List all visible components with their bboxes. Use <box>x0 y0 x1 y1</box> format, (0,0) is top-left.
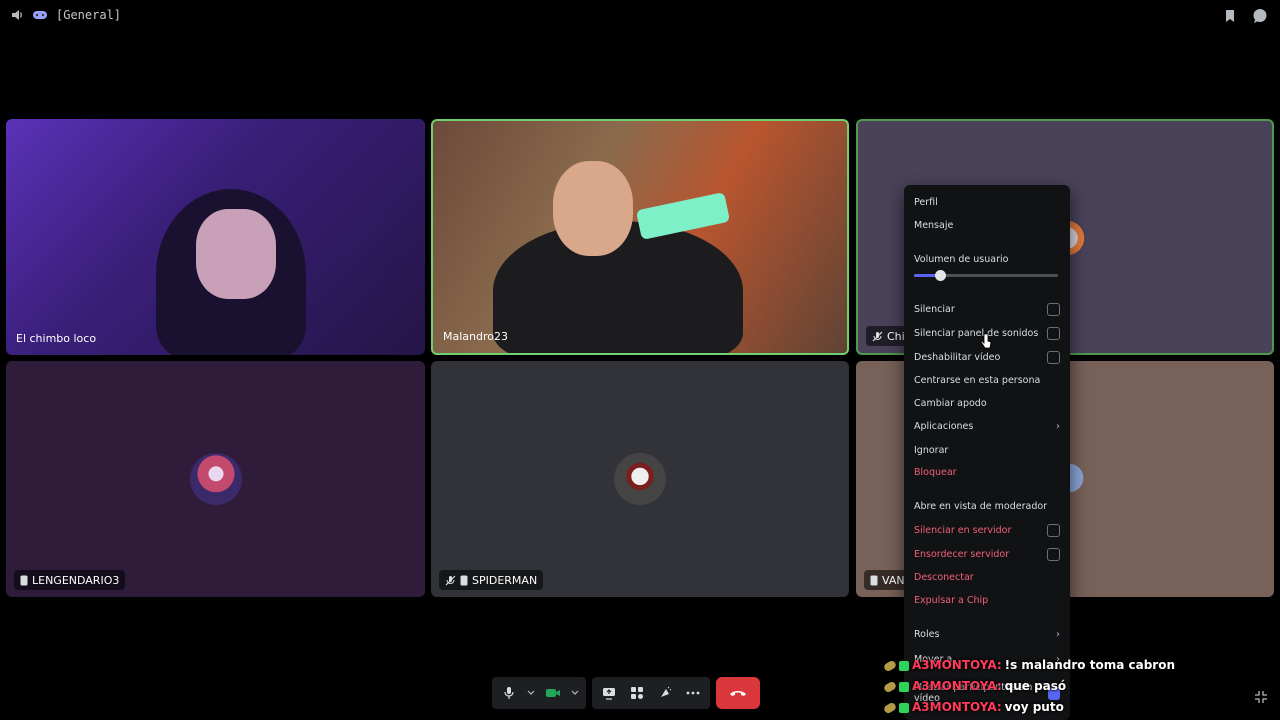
mobile-icon <box>460 575 468 586</box>
chat-username: A3MONTOYA: <box>912 679 1002 693</box>
menu-item-change-nickname[interactable]: Cambiar apodo <box>914 393 1060 413</box>
audio-video-controls <box>492 677 586 709</box>
activities-button[interactable] <box>624 680 650 706</box>
menu-item-disconnect[interactable]: Desconectar <box>914 567 1060 587</box>
menu-item-apps[interactable]: Aplicaciones › <box>914 416 1060 436</box>
participant-name: LENGENDARIO3 <box>14 570 126 590</box>
mute-checkbox[interactable] <box>1047 302 1060 316</box>
call-controls <box>492 677 760 709</box>
chat-bubble-icon[interactable] <box>1252 8 1268 24</box>
participant-tile-speaking[interactable]: Malandro23 <box>431 119 849 355</box>
menu-item-server-deafen[interactable]: Ensordecer servidor <box>914 544 1060 564</box>
camera-options-chevron-icon[interactable] <box>568 680 582 706</box>
menu-item-message[interactable]: Mensaje <box>914 215 1060 235</box>
video-grid: El chimbo loco Malandro23 Chip LENGENDAR… <box>6 119 1274 597</box>
participant-tile[interactable]: LENGENDARIO3 <box>6 361 425 597</box>
badge-icon <box>882 659 898 672</box>
video-feed-face <box>196 209 276 299</box>
mouse-cursor-icon <box>980 333 992 353</box>
game-controller-icon <box>32 9 48 21</box>
menu-item-server-mute[interactable]: Silenciar en servidor <box>914 520 1060 540</box>
user-volume-label: Volumen de usuario <box>914 253 1009 265</box>
chat-username: A3MONTOYA: <box>912 658 1002 672</box>
chevron-right-icon: › <box>1056 628 1060 640</box>
server-deafen-checkbox[interactable] <box>1047 547 1060 561</box>
participant-tile[interactable]: El chimbo loco <box>6 119 425 355</box>
menu-item-block[interactable]: Bloquear <box>914 462 1060 482</box>
mute-soundboard-checkbox[interactable] <box>1047 326 1060 340</box>
badge-icon <box>899 660 909 671</box>
bookmark-icon[interactable] <box>1224 9 1236 23</box>
mobile-icon <box>20 575 28 586</box>
menu-item-mute[interactable]: Silenciar <box>914 299 1060 319</box>
badge-icon <box>899 702 909 713</box>
mic-off-icon <box>872 331 883 342</box>
exit-fullscreen-icon[interactable] <box>1254 689 1268 708</box>
disconnect-call-button[interactable] <box>716 677 760 709</box>
video-feed-face <box>553 161 633 256</box>
avatar <box>614 453 666 505</box>
microphone-options-chevron-icon[interactable] <box>524 680 538 706</box>
badge-icon <box>882 680 898 693</box>
mic-off-icon <box>445 575 456 586</box>
server-mute-checkbox[interactable] <box>1047 523 1060 537</box>
top-bar: [General] <box>0 0 1280 32</box>
chat-message: A3MONTOYA: que pasó <box>882 676 1175 697</box>
speaker-icon[interactable] <box>10 8 24 22</box>
user-context-menu: Perfil Mensaje Volumen de usuario Silenc… <box>904 185 1070 720</box>
screen-share-button[interactable] <box>596 680 622 706</box>
badge-icon <box>882 701 898 714</box>
camera-button[interactable] <box>540 680 566 706</box>
chevron-right-icon: › <box>1056 420 1060 432</box>
chat-message: A3MONTOYA: voy puto <box>882 697 1175 718</box>
channel-name: [General] <box>56 8 122 22</box>
chat-text: que pasó <box>1004 679 1067 693</box>
menu-item-moderator-view[interactable]: Abre en vista de moderador <box>914 496 1060 516</box>
user-volume-slider[interactable] <box>914 270 1058 281</box>
menu-item-focus-person[interactable]: Centrarse en esta persona <box>914 370 1060 390</box>
badge-icon <box>899 681 909 692</box>
participant-name: Malandro23 <box>443 329 508 343</box>
participant-tile[interactable]: SPIDERMAN <box>431 361 849 597</box>
menu-item-ignore[interactable]: Ignorar <box>914 440 1060 460</box>
channel-header: [General] <box>10 8 121 22</box>
menu-item-kick[interactable]: Expulsar a Chip <box>914 590 1060 610</box>
soundboard-button[interactable] <box>652 680 678 706</box>
more-options-button[interactable] <box>680 680 706 706</box>
chat-overlay: A3MONTOYA: !s malandro toma cabron A3MON… <box>882 655 1175 718</box>
mobile-icon <box>870 575 878 586</box>
top-right-actions <box>1224 8 1268 24</box>
chat-text: voy puto <box>1004 700 1064 714</box>
microphone-button[interactable] <box>496 680 522 706</box>
avatar <box>189 453 242 505</box>
participant-name: SPIDERMAN <box>439 570 544 590</box>
menu-item-roles[interactable]: Roles › <box>914 624 1060 644</box>
activity-controls <box>592 677 710 709</box>
menu-item-profile[interactable]: Perfil <box>914 192 1060 212</box>
chat-username: A3MONTOYA: <box>912 700 1002 714</box>
slider-handle[interactable] <box>935 270 946 281</box>
participant-name: El chimbo loco <box>16 331 97 345</box>
disable-video-checkbox[interactable] <box>1047 350 1060 364</box>
chat-text: !s malandro toma cabron <box>1004 658 1175 672</box>
chat-message: A3MONTOYA: !s malandro toma cabron <box>882 655 1175 676</box>
